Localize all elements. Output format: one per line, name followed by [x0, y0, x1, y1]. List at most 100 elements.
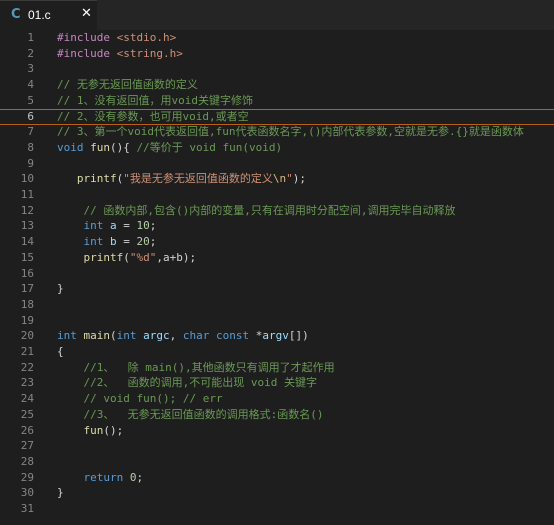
code-line[interactable]: 23 //2、 函数的调用,不可能出现 void 关键字 — [0, 375, 554, 391]
code-line[interactable]: 29 return 0; — [0, 470, 554, 486]
code-line[interactable]: 14 int b = 20; — [0, 234, 554, 250]
tab-01-c[interactable]: C 01.c ✕ — [0, 0, 97, 30]
line-number: 20 — [20, 329, 34, 343]
code-line[interactable]: 21 { — [0, 344, 554, 360]
code-line[interactable]: 1 #include <stdio.h> — [0, 30, 554, 46]
code-line[interactable]: 3 — [0, 61, 554, 77]
code-line[interactable]: 6 // 2、没有参数，也可用void,或者空 — [0, 108, 554, 125]
code-token: ,a+b); — [156, 250, 197, 264]
code-token: 10 — [136, 219, 150, 233]
tab-filename: 01.c — [28, 8, 51, 22]
code-line[interactable]: 8 void fun(){ //等价于 void fun(void) — [0, 140, 554, 156]
code-line[interactable]: 18 — [0, 297, 554, 313]
code-line[interactable]: 7 // 3、第一个void代表返回值,fun代表函数名字,()内部代表参数,空就… — [0, 124, 554, 140]
code-token: " — [286, 172, 293, 186]
code-line[interactable]: 19 — [0, 313, 554, 329]
code-text: #include <string.h> — [57, 46, 183, 62]
code-line[interactable]: 13 int a = 10; — [0, 218, 554, 234]
code-token: // 无参无返回值函数的定义 — [57, 78, 198, 92]
code-line[interactable]: 17} — [0, 281, 554, 297]
code-token: "%d" — [129, 250, 157, 264]
code-token: //1、 除 main(),其他函数只有调用了才起作用 — [83, 360, 335, 374]
code-token: , — [169, 329, 183, 343]
code-token: <string.h> — [116, 46, 183, 60]
close-icon[interactable]: ✕ — [81, 6, 92, 21]
code-text: #include <stdio.h> — [57, 30, 176, 46]
code-line[interactable]: 2 #include <string.h> — [0, 46, 554, 62]
code-line[interactable]: 11 — [0, 187, 554, 203]
code-line[interactable]: 9 — [0, 156, 554, 172]
code-line[interactable]: 5 // 1、没有返回值，用void关键字修饰 — [0, 93, 554, 109]
line-number: 6 — [27, 109, 34, 123]
line-number: 23 — [20, 376, 34, 390]
code-token: fun — [90, 140, 110, 154]
code-text: //2、 函数的调用,不可能出现 void 关键字 — [57, 375, 317, 391]
code-token: // 1、没有返回值，用void关键字修饰 — [57, 93, 253, 107]
code-line[interactable]: 24 // void fun(); // err — [0, 391, 554, 407]
code-line[interactable]: 20 int main(int argc, char const *argv[]) — [0, 328, 554, 344]
line-number: 26 — [20, 423, 34, 437]
line-number: 30 — [20, 486, 34, 500]
code-token: // 3、第一个void代表返回值,fun代表函数名字,()内部代表参数,空就是… — [57, 125, 524, 139]
code-text: //1、 除 main(),其他函数只有调用了才起作用 — [57, 360, 335, 376]
line-number: 8 — [27, 140, 34, 154]
code-token: void — [57, 140, 91, 154]
line-number: 7 — [27, 125, 34, 139]
code-token: main — [83, 329, 111, 343]
code-token: #include — [57, 46, 117, 60]
code-text: //3、 无参无返回值函数的调用格式:函数名() — [57, 407, 324, 423]
code-token: int — [83, 235, 110, 249]
code-line[interactable]: 31 — [0, 501, 554, 517]
code-token: int — [116, 329, 144, 343]
line-number: 4 — [27, 78, 34, 92]
line-number: 25 — [20, 407, 34, 421]
code-token: 20 — [136, 235, 150, 249]
line-number: 27 — [20, 439, 34, 453]
code-text: { — [57, 344, 64, 360]
code-text: int b = 20; — [57, 234, 157, 250]
tab-bar: C 01.c ✕ — [0, 0, 554, 30]
code-line[interactable]: 4 // 无参无返回值函数的定义 — [0, 77, 554, 93]
code-text: int main(int argc, char const *argv[]) — [57, 328, 309, 344]
code-token: //等价于 void fun(void) — [136, 140, 283, 154]
line-number: 28 — [20, 454, 34, 468]
line-number: 3 — [27, 62, 34, 76]
code-text: printf("我是无参无返回值函数的定义\n"); — [57, 171, 306, 187]
code-text: // void fun(); // err — [57, 391, 223, 407]
code-line[interactable]: 22 //1、 除 main(),其他函数只有调用了才起作用 — [0, 360, 554, 376]
code-line[interactable]: 27 — [0, 438, 554, 454]
code-text: return 0; — [57, 470, 144, 486]
code-line[interactable]: 15 printf("%d",a+b); — [0, 250, 554, 266]
code-token: (){ — [110, 140, 137, 154]
line-number: 5 — [27, 93, 34, 107]
line-number: 12 — [20, 203, 34, 217]
code-token: ; — [136, 470, 144, 484]
code-token: int — [57, 329, 84, 343]
code-line[interactable]: 10 printf("我是无参无返回值函数的定义\n"); — [0, 171, 554, 187]
code-text: printf("%d",a+b); — [57, 250, 197, 266]
line-number: 15 — [20, 250, 34, 264]
line-number: 13 — [20, 219, 34, 233]
code-line[interactable]: 30} — [0, 485, 554, 501]
code-line[interactable]: 26 fun(); — [0, 423, 554, 439]
code-token: // void fun(); // err — [83, 392, 223, 406]
code-text: // 函数内部,包含()内部的变量,只有在调用时分配空间,调用完毕自动释放 — [57, 203, 456, 219]
code-token: return — [83, 470, 130, 484]
code-token: char const — [182, 329, 256, 343]
code-line[interactable]: 25 //3、 无参无返回值函数的调用格式:函数名() — [0, 407, 554, 423]
line-number: 11 — [20, 188, 34, 201]
line-number: 2 — [27, 46, 34, 60]
code-line[interactable]: 12 // 函数内部,包含()内部的变量,只有在调用时分配空间,调用完毕自动释放 — [0, 203, 554, 219]
line-number: 14 — [20, 235, 34, 249]
code-line[interactable]: 16 — [0, 266, 554, 282]
code-line[interactable]: 28 — [0, 454, 554, 470]
code-token: //3、 无参无返回值函数的调用格式:函数名() — [83, 407, 324, 421]
line-number: 31 — [20, 502, 34, 515]
code-token: b — [110, 235, 117, 249]
code-editor[interactable]: 1 #include <stdio.h> 2 #include <string.h> 3… — [0, 30, 554, 525]
